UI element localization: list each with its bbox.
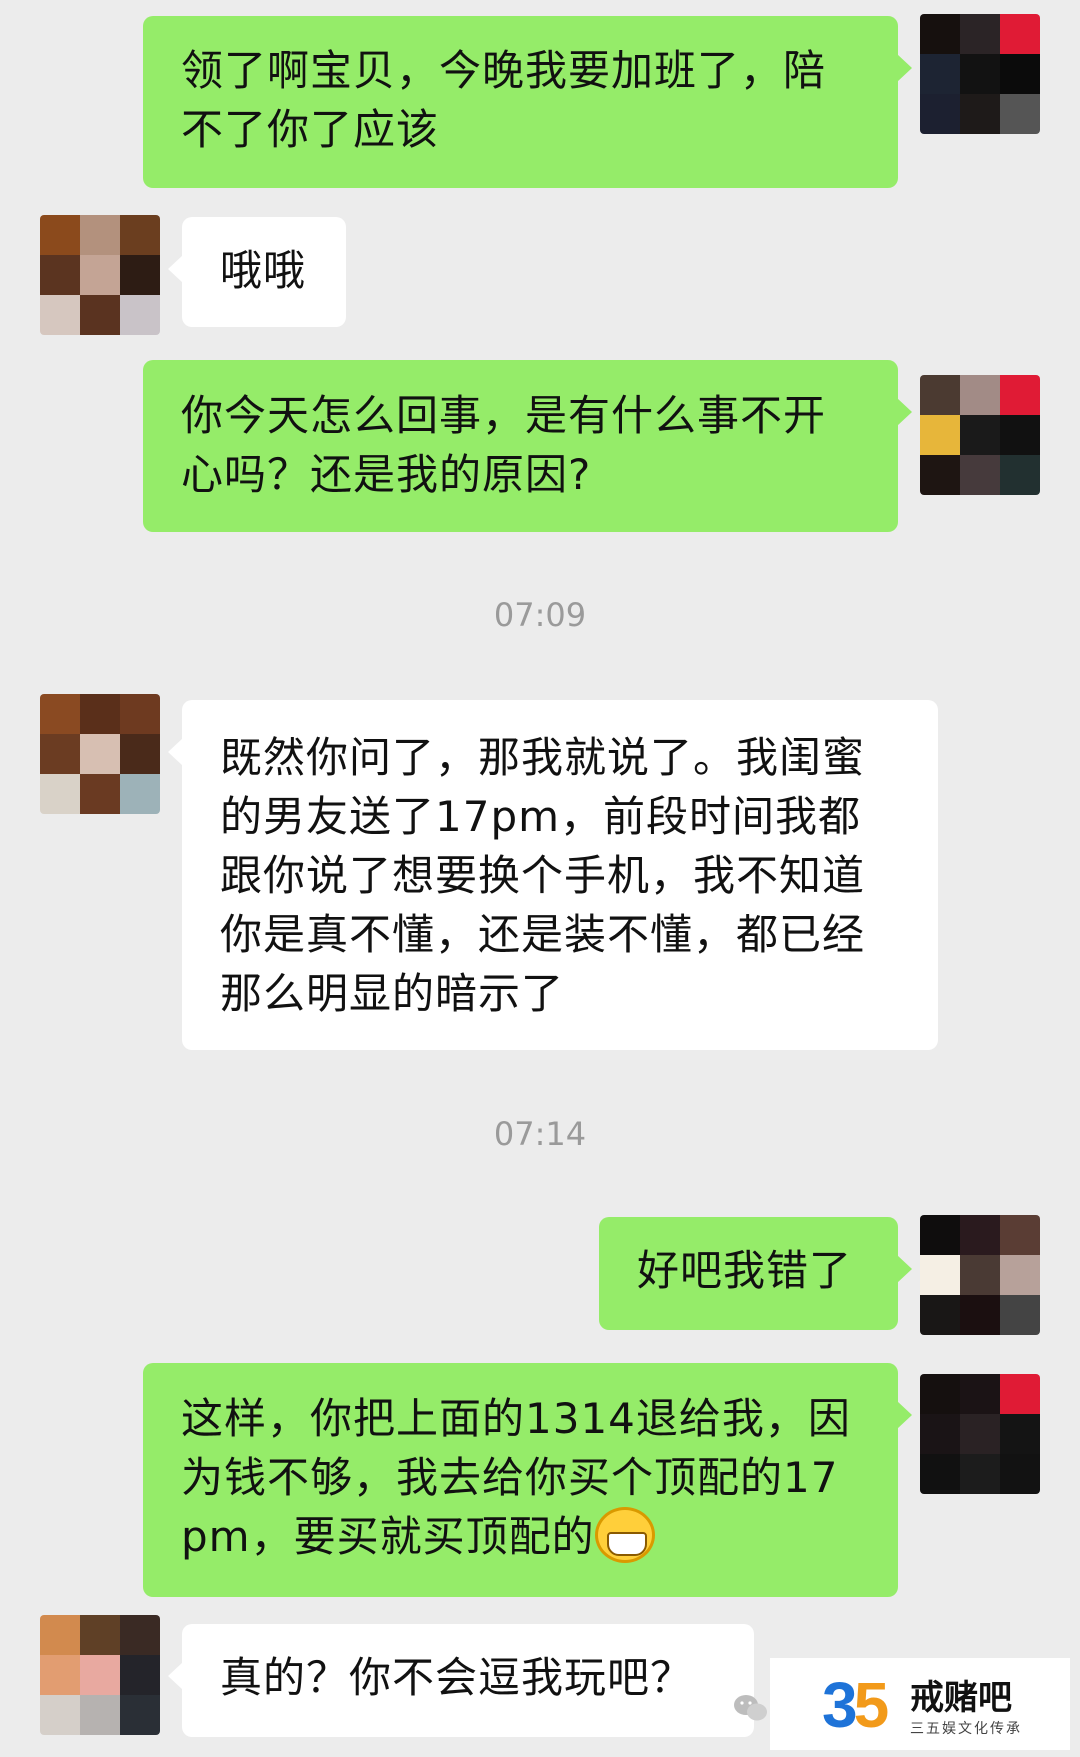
grinning-face-emoji <box>594 1507 655 1563</box>
my-avatar[interactable] <box>920 14 1040 134</box>
message-bubble-outgoing[interactable]: 你今天怎么回事，是有什么事不开心吗？还是我的原因? <box>143 360 912 532</box>
watermark-title: 戒赌吧 <box>910 1678 1012 1718</box>
message-text: 这样，你把上面的1314退给我，因为钱不够，我去给你买个顶配的17pm，要买就买… <box>181 1394 851 1561</box>
watermark-number: 35 <box>822 1669 889 1741</box>
watermark-subtitle: 三五娱文化传承 <box>910 1721 1022 1737</box>
message-bubble-incoming[interactable]: 真的？你不会逗我玩吧？ <box>168 1624 754 1737</box>
timestamp: 07:09 <box>493 596 587 634</box>
my-avatar[interactable] <box>920 1374 1040 1494</box>
message-bubble-outgoing[interactable]: 好吧我错了 <box>599 1217 912 1330</box>
message-bubble-incoming[interactable]: 哦哦 <box>168 217 346 327</box>
contact-avatar[interactable] <box>40 1615 160 1735</box>
watermark-logo: 35 戒赌吧 三五娱文化传承 <box>770 1658 1070 1750</box>
message-bubble-outgoing[interactable]: 领了啊宝贝，今晚我要加班了，陪不了你了应该 <box>143 16 912 188</box>
my-avatar[interactable] <box>920 1215 1040 1335</box>
contact-avatar[interactable] <box>40 215 160 335</box>
timestamp: 07:14 <box>493 1115 587 1153</box>
wechat-icon <box>734 1695 767 1721</box>
my-avatar[interactable] <box>920 375 1040 495</box>
message-bubble-incoming[interactable]: 既然你问了，那我就说了。我闺蜜的男友送了17pm，前段时间我都跟你说了想要换个手… <box>168 700 938 1050</box>
contact-avatar[interactable] <box>40 694 160 814</box>
message-bubble-outgoing[interactable]: 这样，你把上面的1314退给我，因为钱不够，我去给你买个顶配的17pm，要买就买… <box>143 1363 912 1597</box>
